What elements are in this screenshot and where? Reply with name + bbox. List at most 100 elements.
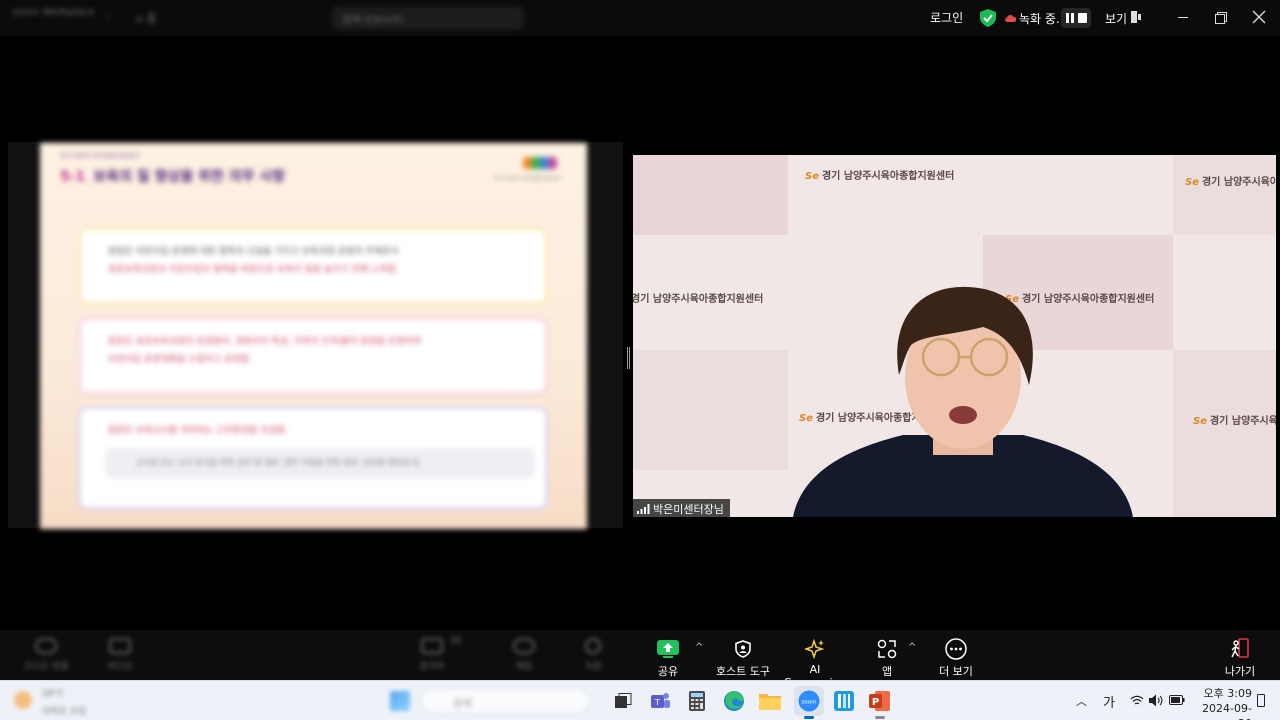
task-view-icon[interactable] — [612, 690, 634, 712]
svg-text:T: T — [654, 698, 660, 707]
slide-title-number: 5-1 — [60, 169, 86, 185]
card-line: 원장은 보육교사를 격려하는 근무환경을 조성함. — [108, 426, 288, 436]
signal-strength-icon — [637, 504, 650, 514]
taskbar-blurred-region: 28°C 대체로 흐림 검색 — [0, 681, 596, 720]
chevron-down-icon[interactable]: ⌄ — [104, 10, 112, 21]
card-line: 원장은 어린이집 운영에 대한 철학과 신념을 가지고 보육과정 운영의 주체로… — [108, 247, 399, 257]
host-tools-button[interactable]: 호스트 도구 — [712, 638, 774, 679]
system-clock[interactable]: 오후 3:09 2024-09-30 — [1192, 686, 1252, 720]
video-label: 비디오 — [107, 662, 133, 672]
slide-card: 원장은 보육교사를 격려하는 근무환경을 조성함. 교사집 또는 교사 휴식을 … — [78, 406, 548, 510]
chat-button[interactable]: 채팅 — [504, 638, 544, 672]
view-button[interactable]: 보기 — [1105, 10, 1127, 27]
chat-icon — [513, 638, 535, 654]
battery-icon[interactable] — [1169, 695, 1185, 705]
leave-label: 나가기 — [1224, 665, 1256, 678]
meeting-toolbar: 오디오 연결 비디오 참가자 46 채팅 녹음 공유 호스트 도구 AI 앱 더… — [0, 630, 1280, 689]
participant-name-tag: 박은미센터장님 — [633, 499, 730, 517]
windows-start-icon[interactable] — [390, 691, 410, 711]
apps-label: 앱 — [881, 665, 893, 678]
clock-date: 2024-09-30 — [1202, 702, 1252, 720]
video-button[interactable]: 비디오 — [100, 638, 140, 672]
zoom-app-icon[interactable]: zoom — [798, 690, 820, 712]
participants-icon — [421, 638, 443, 654]
weather-temp: 28°C — [42, 689, 65, 699]
stop-recording-icon[interactable] — [1078, 13, 1087, 23]
windows-taskbar: 28°C 대체로 흐림 검색 T zoom P ︿ 가 오후 3:09 2024… — [0, 680, 1280, 720]
headphones-icon — [35, 638, 57, 654]
ime-indicator[interactable]: 가 — [1103, 692, 1115, 720]
record-button[interactable]: 녹음 — [578, 638, 608, 672]
weather-sun-icon — [14, 691, 32, 709]
more-icon — [945, 638, 967, 660]
home-button[interactable]: ⌂ 홈 — [136, 10, 157, 26]
more-button[interactable]: 더 보기 — [935, 638, 977, 679]
card-note-box: 교사집 또는 교사 휴식을 위한 공간 및 설비, 업무 지원을 위한 설비, … — [106, 448, 534, 478]
slide-subtitle: 경기 남양주시육아종합지원센터 — [60, 153, 140, 160]
view-layout-icon[interactable] — [1131, 11, 1141, 23]
slide-card: 원장은 어린이집 운영에 대한 철학과 신념을 가지고 보육과정 운영의 주체로… — [78, 227, 548, 305]
search-placeholder: 검색 (Ctrl+F) — [342, 15, 404, 26]
audio-label: 오디오 연결 — [23, 662, 69, 672]
clock-time: 오후 3:09 — [1203, 687, 1252, 700]
calculator-icon[interactable] — [686, 690, 708, 712]
slide-header: 경기 남양주시육아종합지원센터 5-1 보육의 질 향상을 위한 의무 사항 — [60, 151, 285, 186]
record-label: 녹음 — [584, 662, 602, 672]
tray-overflow-icon[interactable]: ︿ — [1076, 693, 1087, 720]
taskbar-search-placeholder: 검색 — [453, 699, 472, 710]
split-view-handle[interactable] — [627, 347, 630, 369]
leave-button[interactable]: 나가기 — [1220, 638, 1260, 679]
banner-logo-text: Se경기 남양주시육아종합지원센터 — [1185, 177, 1276, 188]
restore-window-icon[interactable] — [1215, 12, 1227, 24]
apps-button[interactable]: 앱 — [872, 638, 902, 679]
minimize-icon[interactable] — [1178, 17, 1188, 18]
search-input[interactable]: 검색 (Ctrl+F) — [332, 6, 524, 30]
toolbar-blurred-region: 오디오 연결 비디오 참가자 46 채팅 녹음 — [0, 630, 601, 680]
speaker-person — [793, 286, 1133, 517]
teams-icon[interactable]: T — [649, 690, 671, 712]
speaker-video: Se경기 남양주시육아종합지원센터 Se경기 남양주시육아종합지원센터 경기 남… — [633, 155, 1276, 517]
participants-button[interactable]: 참가자 — [412, 638, 452, 672]
slide-title-text: 보육의 질 향상을 위한 의무 사항 — [93, 169, 286, 185]
share-button[interactable]: 공유 — [648, 638, 688, 679]
login-button[interactable]: 로그인 — [930, 9, 963, 26]
powerpoint-icon[interactable]: P — [869, 690, 891, 712]
share-options-caret-icon[interactable]: ^ — [695, 642, 703, 653]
home-label: 홈 — [146, 12, 157, 25]
record-icon — [585, 638, 601, 654]
participants-label: 참가자 — [419, 662, 445, 672]
recording-controls — [1061, 8, 1091, 28]
cloud-recording-icon — [1005, 15, 1016, 22]
leave-door-icon — [1231, 638, 1249, 658]
card-line: 표준보육과정과 어린이집의 철학을 바탕으로 보육의 질을 높이기 위해 노력함… — [108, 265, 399, 275]
apps-options-caret-icon[interactable]: ^ — [908, 642, 916, 653]
shield-icon — [735, 640, 751, 658]
weather-desc: 대체로 흐림 — [42, 707, 87, 717]
participant-name: 박은미센터장님 — [653, 503, 724, 516]
card-line: 원장은 표준보육과정의 운영원리, 영유아의 특성, 지역의 인적/물적 환경을… — [108, 337, 422, 347]
title-bar-blurred-region: zoom Workplace ⌄ ⌂ 홈 검색 (Ctrl+F) — [0, 0, 600, 36]
share-screen-icon — [657, 640, 679, 658]
slide-card: 원장은 표준보육과정의 운영원리, 영유아의 특성, 지역의 인적/물적 환경을… — [78, 317, 548, 395]
volume-icon[interactable] — [1149, 694, 1163, 707]
app-icon[interactable] — [833, 690, 855, 712]
banner-logo-text: 경기 남양주시육아종합지원센터 — [633, 294, 764, 305]
banner-logo-text: Se경기 남양주시육아종합지원센터 — [1193, 416, 1276, 427]
chat-label: 채팅 — [515, 662, 533, 672]
taskbar-search-input[interactable]: 검색 — [420, 688, 590, 714]
banner-logo-text: Se경기 남양주시육아종합지원센터 — [805, 171, 955, 182]
notification-icon[interactable] — [1257, 694, 1265, 707]
wifi-icon[interactable] — [1130, 695, 1144, 706]
more-label: 더 보기 — [939, 665, 973, 678]
zoom-running-indicator — [804, 716, 814, 719]
edge-browser-icon[interactable] — [723, 690, 745, 712]
file-explorer-icon[interactable] — [759, 690, 781, 712]
title-bar: zoom Workplace ⌄ ⌂ 홈 검색 (Ctrl+F) 로그인 녹화 … — [0, 0, 1280, 36]
participants-count: 46 — [450, 636, 462, 646]
security-shield-icon[interactable] — [980, 9, 996, 27]
slide-title: 5-1 보육의 질 향상을 위한 의무 사항 — [60, 166, 285, 186]
svg-text:P: P — [872, 697, 879, 708]
pause-recording-icon[interactable] — [1066, 13, 1074, 23]
close-icon[interactable] — [1252, 10, 1266, 24]
audio-button[interactable]: 오디오 연결 — [18, 638, 74, 672]
